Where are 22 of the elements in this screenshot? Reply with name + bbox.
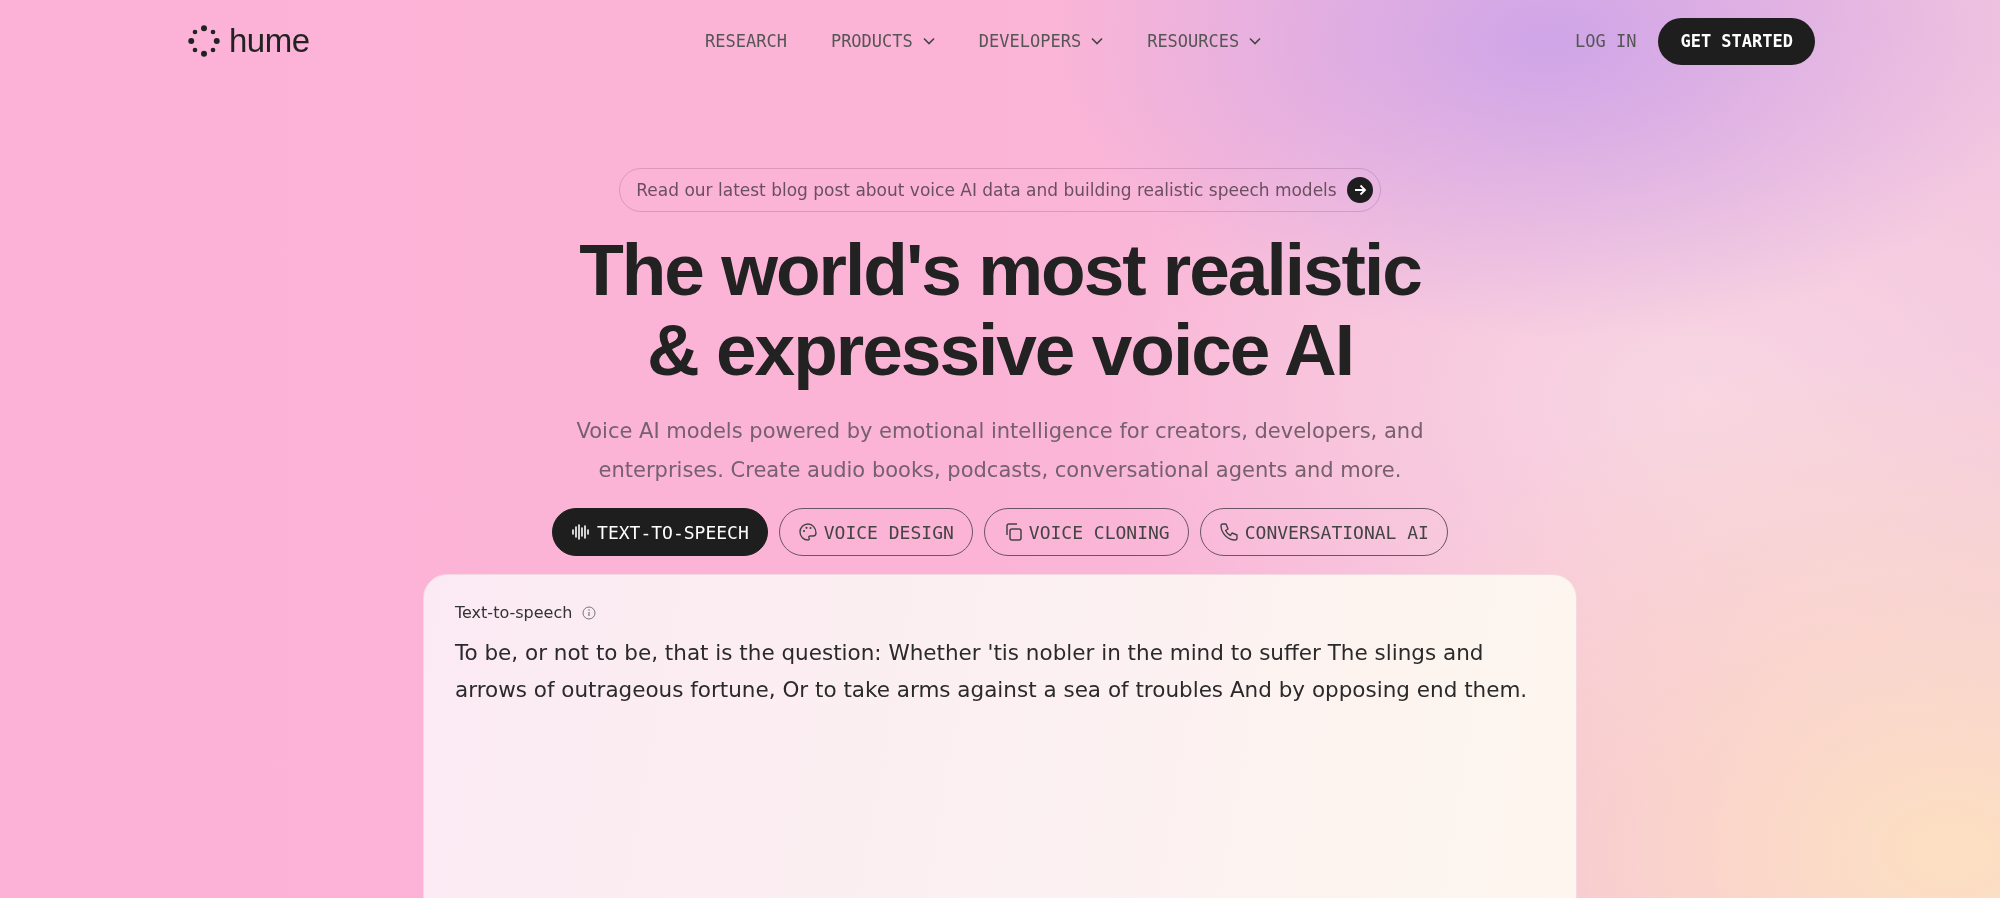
headline: & expressive voice AI — [647, 310, 1353, 390]
subtitle: Voice AI models powered by emotional intelligence for creators, developers, and enterprises. Create audio books, podcasts, conversational agents and more. — [575, 418, 1425, 484]
palette-icon — [797, 522, 818, 542]
nav-link[interactable]: DEVELOPERS — [978, 31, 1104, 51]
brand-name: hume — [229, 22, 310, 60]
get-started-button[interactable]: GET STARTED — [1658, 17, 1815, 65]
headline: The world's most realistic — [579, 230, 1421, 310]
chevron-down-icon — [1249, 37, 1262, 45]
chevron-down-icon — [1091, 37, 1104, 45]
arrow-right-icon — [1346, 177, 1373, 203]
login-link[interactable]: LOG IN — [1575, 31, 1637, 51]
nav-link[interactable]: PRODUCTS — [830, 31, 935, 51]
waveform-icon — [571, 522, 592, 542]
info-icon — [582, 605, 597, 620]
logo-icon — [187, 24, 221, 58]
product-tab[interactable]: TEXT-TO-SPEECH — [552, 508, 768, 556]
chevron-down-icon — [922, 37, 935, 45]
nav-link[interactable]: RESEARCH — [705, 31, 787, 51]
phone-icon — [1218, 522, 1239, 542]
card-label: Text-to-speech — [455, 603, 573, 622]
input-text[interactable]: To be, or not to be, that is the question: Whether 'tis nobler in the mind to suffer The slings and arrows of outrageous fortune, Or to take arms against a sea of troubles And by opposing end them. — [455, 634, 1538, 708]
nav-link[interactable]: RESOURCES — [1147, 31, 1262, 51]
